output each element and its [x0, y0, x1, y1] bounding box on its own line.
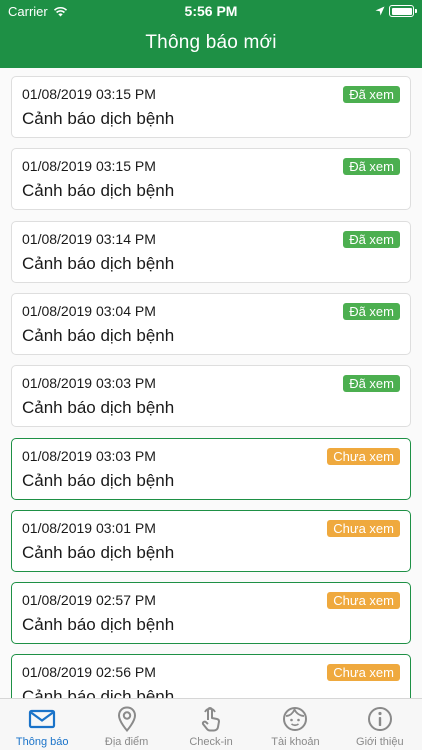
status-badge: Đã xem: [343, 375, 400, 393]
notification-card[interactable]: 01/08/2019 03:15 PM Đã xem Cảnh báo dịch b…: [11, 148, 411, 211]
notification-title: Cảnh báo dịch bệnh: [22, 181, 175, 201]
notification-date: 01/08/2019 03:04 PM: [22, 302, 156, 319]
status-time: 5:56 PM: [184, 3, 238, 19]
notification-title: Cảnh báo dịch bệnh: [22, 542, 175, 562]
status-badge: Chưa xem: [327, 664, 400, 682]
tab-bar: Thông báo Địa điểm Check-in Tài khoản Gi…: [0, 698, 422, 750]
notification-date: 01/08/2019 03:15 PM: [22, 158, 156, 175]
tab-locations[interactable]: Địa điểm: [84, 699, 168, 750]
notification-title: Cảnh báo dịch bệnh: [22, 325, 175, 345]
location-pin-icon: [117, 706, 136, 733]
notification-card[interactable]: 01/08/2019 03:03 PM Đã xem Cảnh báo dịch b…: [11, 365, 411, 428]
notification-date: 01/08/2019 03:03 PM: [22, 375, 156, 392]
notification-card[interactable]: 01/08/2019 03:01 PM Chưa xem Cảnh báo dịch…: [11, 509, 411, 572]
notification-date: 01/08/2019 03:15 PM: [22, 86, 156, 102]
notification-card[interactable]: 01/08/2019 03:04 PM Đã xem Cảnh báo dịch b…: [11, 292, 411, 355]
notification-card[interactable]: 01/08/2019 03:03 PM Chưa xem Cảnh báo dịch…: [11, 437, 411, 500]
tab-account[interactable]: Tài khoản: [253, 699, 337, 750]
notification-title: Cảnh báo dịch bệnh: [22, 615, 175, 635]
tab-label: Giới thiệu: [356, 736, 404, 748]
status-badge: Chưa xem: [327, 447, 400, 465]
tab-notifications[interactable]: Thông báo: [0, 699, 84, 750]
notification-date: 01/08/2019 03:03 PM: [22, 447, 156, 464]
tab-label: Check-in: [189, 736, 233, 748]
status-badge: Đã xem: [343, 158, 400, 176]
info-icon: [367, 707, 392, 731]
notification-list[interactable]: 01/08/2019 03:15 PM Đã xem Cảnh báo dịch b…: [0, 68, 422, 698]
battery-icon: [389, 5, 417, 17]
notification-title: Cảnh báo dịch bệnh: [22, 109, 175, 128]
notification-card[interactable]: 01/08/2019 03:15 PM Đã xem Cảnh báo dịch b…: [11, 76, 411, 138]
tab-label: Tài khoản: [271, 736, 320, 748]
notification-card[interactable]: 01/08/2019 03:14 PM Đã xem Cảnh báo dịch b…: [11, 220, 411, 283]
status-bar: Carrier 5:56 PM: [0, 0, 422, 22]
notification-title: Cảnh báo dịch bệnh: [22, 687, 175, 698]
tab-label: Thông báo: [15, 736, 69, 748]
notification-card[interactable]: 01/08/2019 02:56 PM Chưa xem Cảnh báo dịch…: [11, 654, 411, 698]
status-badge: Chưa xem: [327, 592, 400, 610]
notification-title: Cảnh báo dịch bệnh: [22, 470, 175, 490]
status-badge: Đã xem: [343, 86, 400, 103]
notification-date: 01/08/2019 03:14 PM: [22, 230, 156, 247]
tab-checkin[interactable]: Check-in: [169, 699, 253, 750]
touch-hand-icon: [201, 707, 221, 732]
app-header: Carrier 5:56 PM Thông báo mới: [0, 0, 422, 68]
status-badge: Chưa xem: [327, 519, 400, 537]
notification-date: 01/08/2019 03:01 PM: [22, 519, 156, 536]
notification-title: Cảnh báo dịch bệnh: [22, 253, 175, 273]
page-title: Thông báo mới: [145, 32, 277, 53]
notification-date: 01/08/2019 02:56 PM: [22, 664, 156, 681]
notification-date: 01/08/2019 02:57 PM: [22, 592, 156, 609]
status-badge: Đã xem: [343, 230, 400, 248]
notification-card[interactable]: 01/08/2019 02:57 PM Chưa xem Cảnh báo dịch…: [11, 582, 411, 645]
tab-about[interactable]: Giới thiệu: [338, 699, 422, 750]
notification-title: Cảnh báo dịch bệnh: [22, 398, 175, 418]
status-badge: Đã xem: [343, 302, 400, 320]
tab-label: Địa điểm: [104, 736, 149, 748]
face-icon: [283, 707, 308, 731]
envelope-icon: [29, 709, 56, 729]
